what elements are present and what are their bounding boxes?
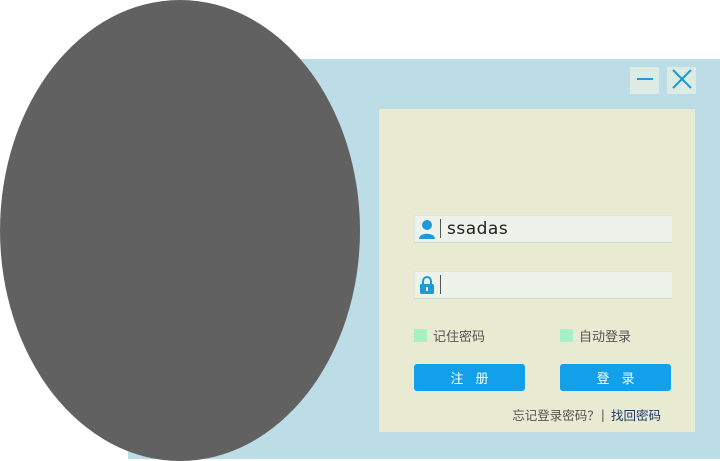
username-field[interactable]: ssadas bbox=[414, 215, 672, 243]
auto-login-checkbox[interactable]: 自动登录 bbox=[560, 326, 631, 345]
login-form-panel: ssadas 记住密码 自动登录 注册 登录 忘记登录密码？ | 找回密码 bbox=[379, 109, 695, 432]
login-button[interactable]: 登录 bbox=[560, 364, 671, 391]
lock-icon bbox=[414, 271, 440, 298]
forgot-password-text: 忘记登录密码？ bbox=[512, 408, 600, 423]
user-icon bbox=[414, 215, 440, 242]
username-value: ssadas bbox=[447, 218, 509, 239]
checkbox-box[interactable] bbox=[414, 329, 427, 342]
avatar-image bbox=[0, 0, 360, 461]
remember-password-checkbox[interactable]: 记住密码 bbox=[414, 326, 485, 345]
text-cursor bbox=[440, 275, 441, 294]
forgot-password-row: 忘记登录密码？ | 找回密码 bbox=[512, 405, 661, 424]
remember-password-label: 记住密码 bbox=[433, 330, 486, 345]
login-screen: ssadas 记住密码 自动登录 注册 登录 忘记登录密码？ | 找回密码 bbox=[0, 0, 720, 461]
password-field[interactable] bbox=[414, 271, 672, 299]
minimize-button[interactable] bbox=[630, 67, 659, 94]
close-icon bbox=[671, 68, 693, 94]
minimize-icon bbox=[635, 69, 655, 93]
register-button[interactable]: 注册 bbox=[414, 364, 525, 391]
checkbox-box[interactable] bbox=[560, 329, 573, 342]
auto-login-label: 自动登录 bbox=[579, 330, 632, 345]
text-cursor bbox=[440, 219, 441, 238]
recover-password-link[interactable]: 找回密码 bbox=[611, 405, 661, 424]
close-button[interactable] bbox=[667, 67, 696, 94]
separator: | bbox=[600, 407, 605, 422]
